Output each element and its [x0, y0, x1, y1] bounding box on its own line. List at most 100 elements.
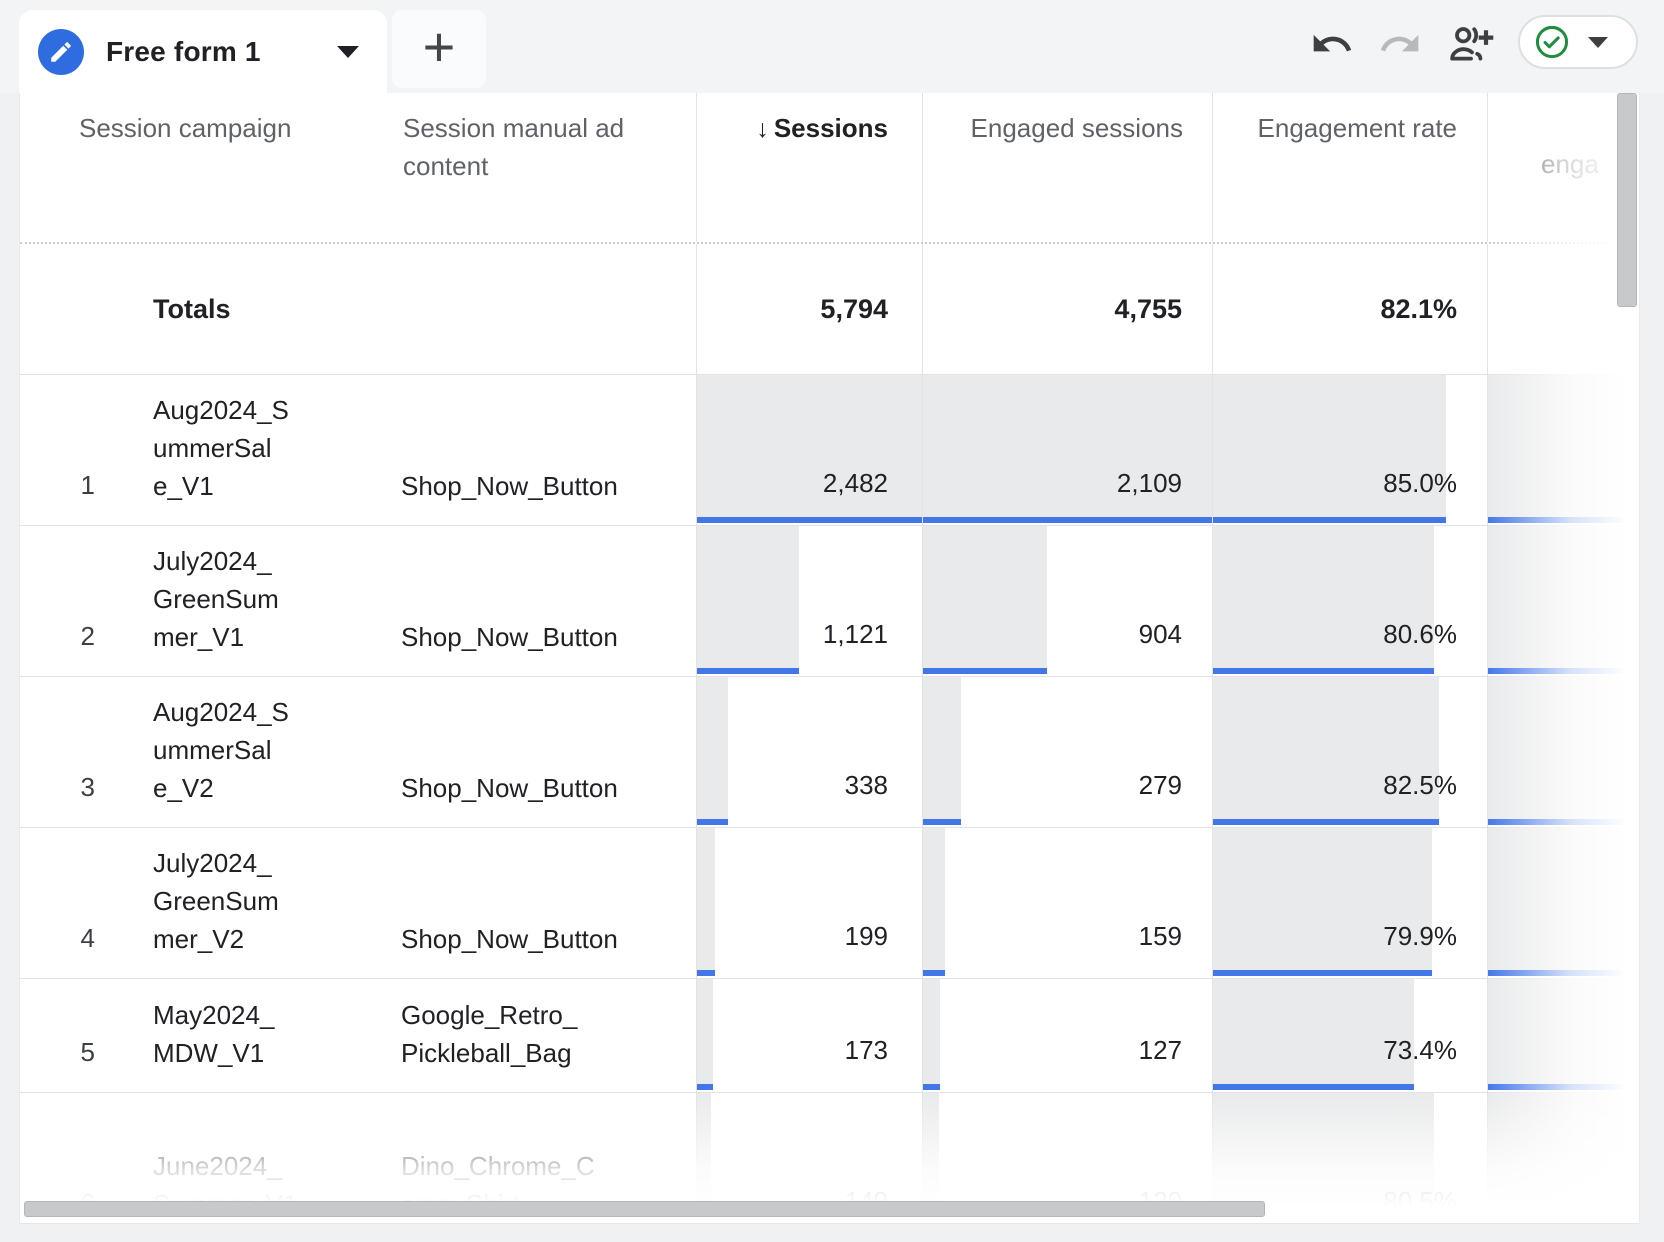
undo-icon: [1310, 22, 1354, 66]
add-tab-button[interactable]: +: [392, 10, 486, 88]
table-row[interactable]: 5May2024_ MDW_V1Google_Retro_ Pickleball…: [20, 979, 1639, 1093]
engaged-sessions-cell[interactable]: 904: [922, 526, 1212, 676]
metric-value: 279: [1139, 770, 1212, 827]
header-engaged-sessions[interactable]: Engaged sessions: [922, 109, 1183, 147]
engagement-rate-cell[interactable]: 80.6%: [1212, 526, 1487, 676]
value-underline-bar: [923, 970, 945, 976]
value-underline-bar: [1488, 517, 1639, 523]
header-session-campaign[interactable]: Session campaign: [79, 109, 291, 147]
ad-content-cell[interactable]: Google_Retro_ Pickleball_Bag: [401, 979, 696, 1092]
metric-value: 79.9%: [1383, 921, 1487, 978]
heatmap-bar: [1488, 677, 1639, 820]
sessions-cell[interactable]: 199: [696, 828, 922, 978]
table-row[interactable]: 1Aug2024_S ummerSal e_V1Shop_Now_Button 2…: [20, 375, 1639, 526]
engagement-rate-cell[interactable]: 79.9%: [1212, 828, 1487, 978]
value-underline-bar: [923, 668, 1047, 674]
heatmap-bar: [1488, 828, 1639, 971]
campaign-cell[interactable]: Aug2024_S ummerSal e_V1: [153, 375, 401, 525]
sessions-cell[interactable]: 338: [696, 677, 922, 827]
ad-content-cell[interactable]: Shop_Now_Button: [401, 677, 696, 827]
sort-descending-icon: ↓: [756, 115, 769, 143]
campaign-cell[interactable]: Aug2024_S ummerSal e_V2: [153, 677, 401, 827]
plus-icon: +: [423, 19, 456, 75]
campaign-value: July2024_ GreenSum mer_V1: [153, 542, 279, 676]
ad-content-cell[interactable]: Shop_Now_Button: [401, 375, 696, 525]
overflow-metric-cell[interactable]: [1487, 1093, 1639, 1224]
row-index[interactable]: 2: [20, 526, 153, 676]
tab-strip: Free form 1 +: [0, 0, 1664, 93]
person-add-icon: [1444, 19, 1496, 69]
metric-value: 82.5%: [1383, 770, 1487, 827]
overflow-metric-cell[interactable]: [1487, 979, 1639, 1092]
row-index[interactable]: 3: [20, 677, 153, 827]
value-underline-bar: [697, 1084, 713, 1090]
tab-free-form-1[interactable]: Free form 1: [19, 10, 387, 93]
ad-content-value: Google_Retro_ Pickleball_Bag: [401, 996, 577, 1092]
undo-button[interactable]: [1308, 20, 1356, 68]
totals-sessions: 5,794: [820, 294, 922, 325]
heatmap-bar: [923, 677, 961, 820]
explorations-canvas: Free form 1 +: [0, 0, 1664, 1242]
share-button[interactable]: [1442, 18, 1498, 70]
value-underline-bar: [923, 1084, 940, 1090]
metric-value: 80.6%: [1383, 619, 1487, 676]
metric-value: 85.0%: [1383, 468, 1487, 525]
sessions-cell[interactable]: 173: [696, 979, 922, 1092]
metric-value: 73.4%: [1383, 1035, 1487, 1092]
campaign-cell[interactable]: July2024_ GreenSum mer_V1: [153, 526, 401, 676]
engaged-sessions-cell[interactable]: 279: [922, 677, 1212, 827]
table-row[interactable]: 3Aug2024_S ummerSal e_V2 Shop_Now_Button 3…: [20, 677, 1639, 828]
chevron-down-icon[interactable]: [337, 46, 359, 58]
overflow-metric-cell[interactable]: [1487, 677, 1639, 827]
engaged-sessions-cell[interactable]: 127: [922, 979, 1212, 1092]
value-underline-bar: [1488, 970, 1639, 976]
totals-engaged-sessions: 4,755: [1114, 294, 1212, 325]
metric-value: 904: [1139, 619, 1212, 676]
ad-content-cell[interactable]: Shop_Now_Button: [401, 828, 696, 978]
metric-value: 338: [845, 770, 922, 827]
ad-content-value: Shop_Now_Button: [401, 920, 618, 978]
check-circle-icon: [1533, 23, 1571, 61]
overflow-metric-cell[interactable]: [1487, 526, 1639, 676]
table-row[interactable]: 4July2024_ GreenSum mer_V2Shop_Now_Butto…: [20, 828, 1639, 979]
overflow-metric-cell[interactable]: [1487, 375, 1639, 525]
engaged-sessions-cell[interactable]: 2,109: [922, 375, 1212, 525]
value-underline-bar: [697, 668, 799, 674]
value-underline-bar: [1488, 668, 1639, 674]
metric-value: 2,482: [823, 468, 922, 525]
overflow-metric-cell[interactable]: [1487, 828, 1639, 978]
engagement-rate-cell[interactable]: 85.0%: [1212, 375, 1487, 525]
engagement-rate-cell[interactable]: 73.4%: [1212, 979, 1487, 1092]
ad-content-value: Shop_Now_Button: [401, 769, 618, 827]
redo-icon: [1378, 22, 1422, 66]
header-session-manual-ad-content[interactable]: Session manual ad content: [403, 109, 624, 185]
engaged-sessions-cell[interactable]: 159: [922, 828, 1212, 978]
ad-content-cell[interactable]: Shop_Now_Button: [401, 526, 696, 676]
metric-value: 173: [845, 1035, 922, 1092]
tab-label: Free form 1: [106, 36, 261, 68]
heatmap-bar: [1488, 979, 1639, 1085]
horizontal-scrollbar-thumb[interactable]: [24, 1201, 1265, 1217]
campaign-value: Aug2024_S ummerSal e_V2: [153, 693, 289, 827]
metric-value: 2,109: [1117, 468, 1212, 525]
row-index[interactable]: 5: [20, 979, 153, 1092]
value-underline-bar: [697, 970, 715, 976]
campaign-cell[interactable]: July2024_ GreenSum mer_V2: [153, 828, 401, 978]
row-index[interactable]: 1: [20, 375, 153, 525]
campaign-cell[interactable]: May2024_ MDW_V1: [153, 979, 401, 1092]
header-sessions-sorted[interactable]: ↓Sessions: [696, 109, 888, 148]
ad-content-value: Shop_Now_Button: [401, 618, 618, 676]
sessions-cell[interactable]: 1,121: [696, 526, 922, 676]
heatmap-bar: [697, 677, 728, 820]
header-engagement-rate[interactable]: Engagement rate: [1212, 109, 1457, 147]
ad-content-value: Shop_Now_Button: [401, 467, 618, 525]
redo-button[interactable]: [1376, 20, 1424, 68]
apply-status-button[interactable]: [1518, 15, 1638, 69]
row-index[interactable]: 4: [20, 828, 153, 978]
sessions-cell[interactable]: 2,482: [696, 375, 922, 525]
engagement-rate-cell[interactable]: 82.5%: [1212, 677, 1487, 827]
table-row[interactable]: 2July2024_ GreenSum mer_V1 Shop_Now_Butto…: [20, 526, 1639, 677]
chevron-down-icon[interactable]: [1588, 37, 1608, 48]
vertical-scrollbar-thumb[interactable]: [1617, 93, 1637, 307]
value-underline-bar: [1488, 1084, 1639, 1090]
